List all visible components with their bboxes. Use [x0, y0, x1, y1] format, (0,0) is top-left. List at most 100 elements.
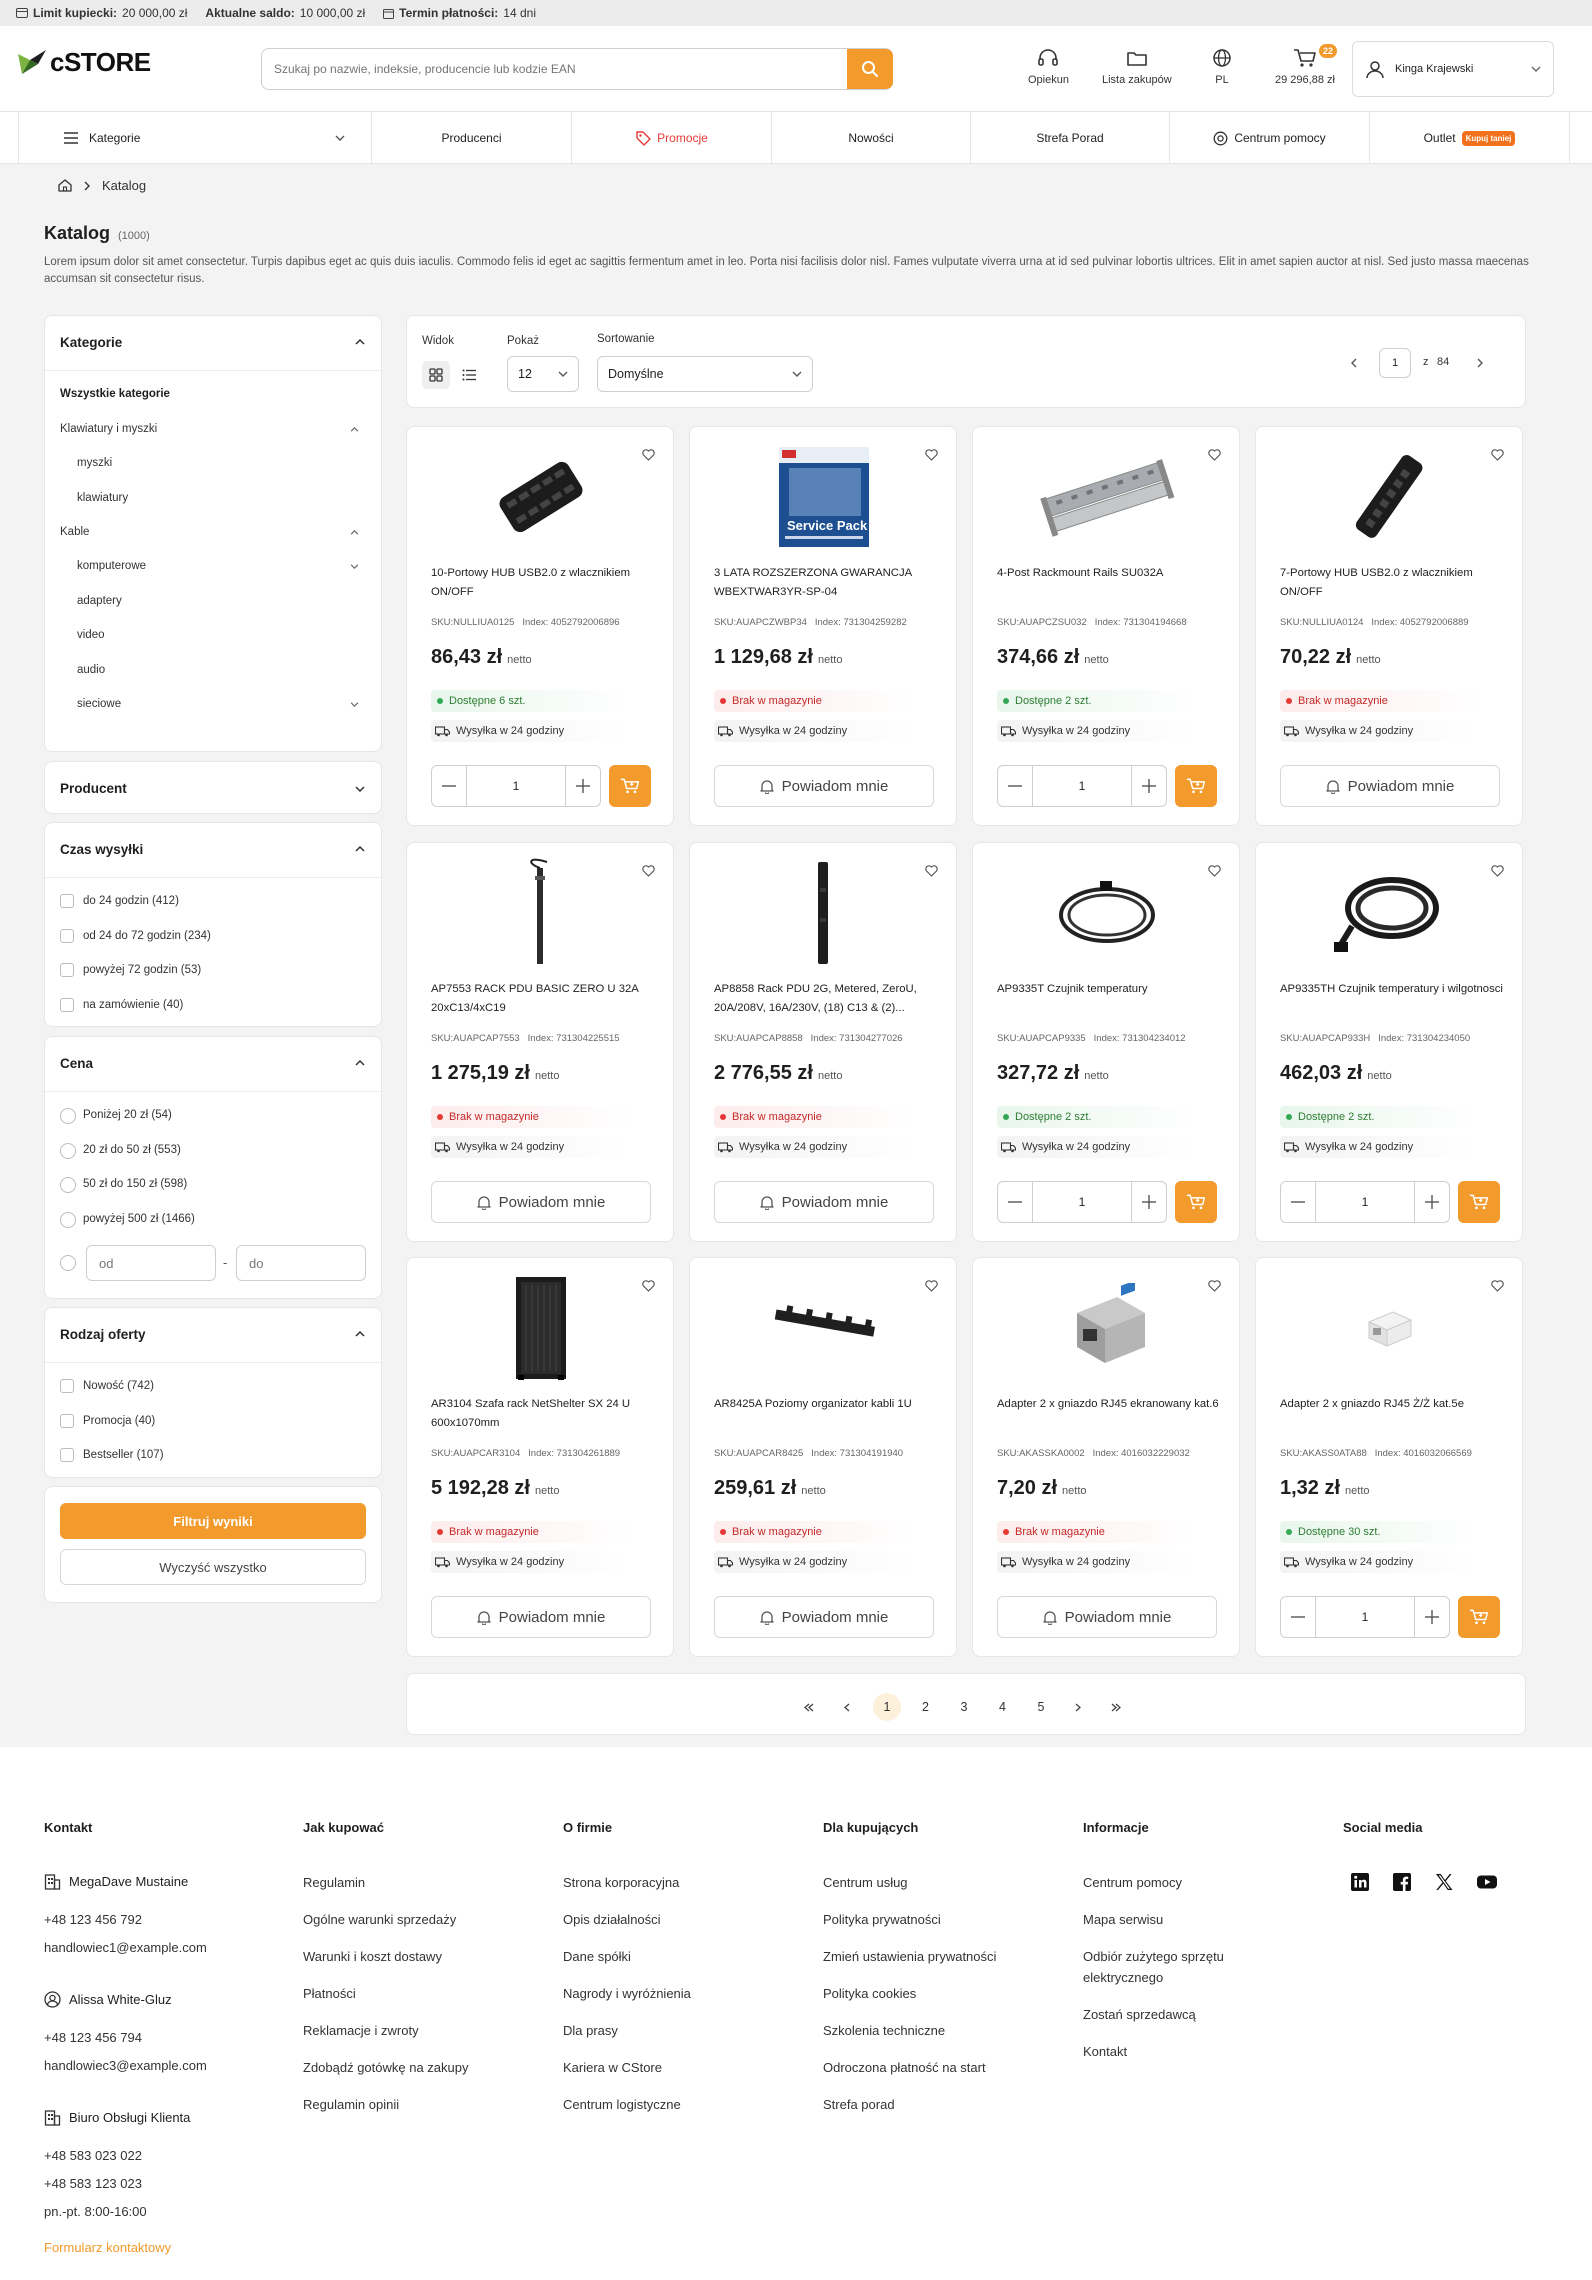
notify-me-button[interactable]: Powiadom mnie: [714, 1596, 934, 1638]
price-option-radio[interactable]: [60, 1211, 76, 1228]
product-image[interactable]: [690, 853, 958, 973]
decrease-qty-button[interactable]: [432, 766, 466, 806]
prev-page-button[interactable]: [833, 1693, 861, 1721]
add-to-cart-button[interactable]: [1458, 1181, 1500, 1223]
footer-how-link[interactable]: Zdobądź gotówkę na zakupy: [303, 2057, 469, 2078]
price-option-label[interactable]: powyżej 500 zł (1466): [83, 1213, 195, 1225]
decrease-qty-button[interactable]: [998, 766, 1032, 806]
contact-phone-2[interactable]: +48 123 456 794: [44, 2027, 142, 2048]
offer-option-checkbox[interactable]: [60, 1379, 74, 1393]
product-card[interactable]: 10-Portowy HUB USB2.0 z wlacznikiem ON/O…: [406, 426, 674, 826]
footer-buyers-link[interactable]: Strefa porad: [823, 2094, 895, 2115]
chevron-up-icon[interactable]: [355, 846, 365, 852]
first-page-button[interactable]: [795, 1693, 823, 1721]
category-keyboards[interactable]: klawiatury: [77, 492, 128, 504]
product-name[interactable]: AP7553 RACK PDU BASIC ZERO U 32A 20xC13/…: [431, 980, 657, 1018]
footer-info-link[interactable]: Mapa serwisu: [1083, 1909, 1253, 1930]
cart-button[interactable]: 22 29 296,88 zł: [1275, 44, 1337, 86]
quantity-input[interactable]: 1: [466, 766, 566, 806]
product-image[interactable]: [1256, 437, 1524, 557]
notify-me-button[interactable]: Powiadom mnie: [714, 765, 934, 807]
page-number-input[interactable]: 1: [1379, 348, 1411, 378]
office-phone-1[interactable]: +48 583 023 022: [44, 2145, 142, 2166]
nav-help-center[interactable]: Centrum pomocy: [1170, 112, 1370, 164]
footer-buyers-link[interactable]: Odroczona płatność na start: [823, 2057, 986, 2078]
notify-me-button[interactable]: Powiadom mnie: [997, 1596, 1217, 1638]
chevron-up-icon[interactable]: [350, 530, 359, 535]
shipping-option-label[interactable]: na zamówienie (40): [83, 999, 183, 1011]
home-icon[interactable]: [58, 179, 72, 192]
logo[interactable]: cSTORE: [16, 46, 151, 78]
nav-categories[interactable]: Kategorie: [18, 112, 372, 164]
chevron-up-icon[interactable]: [355, 1060, 365, 1066]
product-card[interactable]: 7-Portowy HUB USB2.0 z wlacznikiem ON/OF…: [1255, 426, 1523, 826]
linkedin-icon[interactable]: [1350, 1872, 1370, 1892]
product-name[interactable]: AR3104 Szafa rack NetShelter SX 24 U 600…: [431, 1395, 657, 1433]
product-card[interactable]: AR8425A Poziomy organizator kabli 1U SKU…: [689, 1257, 957, 1657]
product-name[interactable]: 10-Portowy HUB USB2.0 z wlacznikiem ON/O…: [431, 564, 657, 602]
notify-me-button[interactable]: Powiadom mnie: [714, 1181, 934, 1223]
footer-about-link[interactable]: Nagrody i wyróżnienia: [563, 1983, 691, 2004]
footer-how-link[interactable]: Reklamacje i zwroty: [303, 2020, 419, 2041]
page-number-button[interactable]: 3: [950, 1693, 978, 1721]
product-image[interactable]: [973, 437, 1241, 557]
nav-news[interactable]: Nowości: [772, 112, 971, 164]
price-option-label[interactable]: 20 zł do 50 zł (553): [83, 1144, 181, 1156]
shipping-option-checkbox[interactable]: [60, 963, 74, 977]
support-button[interactable]: Opiekun: [1028, 48, 1069, 86]
contact-email-2[interactable]: handlowiec3@example.com: [44, 2055, 207, 2076]
shipping-option-checkbox[interactable]: [60, 997, 74, 1012]
product-name[interactable]: AR8425A Poziomy organizator kabli 1U: [714, 1395, 940, 1414]
next-page-button[interactable]: [1064, 1693, 1092, 1721]
office-phone-2[interactable]: +48 583 123 023: [44, 2173, 142, 2194]
chevron-down-icon[interactable]: [350, 702, 359, 707]
price-from-input[interactable]: od: [86, 1245, 216, 1281]
footer-buyers-link[interactable]: Polityka prywatności: [823, 1909, 941, 1930]
product-image[interactable]: [407, 437, 675, 557]
nav-promotions[interactable]: Promocje: [572, 112, 772, 164]
product-image[interactable]: [973, 1268, 1241, 1388]
product-image[interactable]: [1256, 1268, 1524, 1388]
product-card[interactable]: AP7553 RACK PDU BASIC ZERO U 32A 20xC13/…: [406, 842, 674, 1242]
increase-qty-button[interactable]: [1415, 1597, 1449, 1637]
footer-how-link[interactable]: Regulamin: [303, 1872, 365, 1893]
footer-about-link[interactable]: Centrum logistyczne: [563, 2094, 681, 2115]
footer-how-link[interactable]: Ogólne warunki sprzedaży: [303, 1909, 456, 1930]
footer-how-link[interactable]: Regulamin opinii: [303, 2094, 399, 2115]
footer-about-link[interactable]: Opis działalności: [563, 1909, 661, 1930]
product-name[interactable]: AP8858 Rack PDU 2G, Metered, ZeroU, 20A/…: [714, 980, 940, 1018]
category-computer-cables[interactable]: komputerowe: [77, 560, 146, 572]
contact-form-link[interactable]: Formularz kontaktowy: [44, 2237, 171, 2258]
contact-email-1[interactable]: handlowiec1@example.com: [44, 1937, 207, 1958]
list-view-button[interactable]: [455, 361, 483, 389]
product-image[interactable]: [407, 853, 675, 973]
price-option-radio[interactable]: [60, 1108, 76, 1124]
decrease-qty-button[interactable]: [1281, 1182, 1315, 1222]
page-number-button[interactable]: 5: [1027, 1693, 1055, 1721]
footer-about-link[interactable]: Strona korporacyjna: [563, 1872, 679, 1893]
increase-qty-button[interactable]: [566, 766, 600, 806]
nav-advice[interactable]: Strefa Porad: [971, 112, 1170, 164]
increase-qty-button[interactable]: [1132, 1182, 1166, 1222]
quantity-input[interactable]: 1: [1315, 1597, 1415, 1637]
offer-option-checkbox[interactable]: [60, 1413, 74, 1428]
price-option-label[interactable]: Poniżej 20 zł (54): [83, 1109, 172, 1121]
price-option-radio[interactable]: [60, 1177, 76, 1193]
category-all[interactable]: Wszystkie kategorie: [60, 388, 170, 400]
chevron-up-icon[interactable]: [355, 339, 365, 345]
increase-qty-button[interactable]: [1132, 766, 1166, 806]
add-to-cart-button[interactable]: [1175, 765, 1217, 807]
product-name[interactable]: AP9335TH Czujnik temperatury i wilgotnos…: [1280, 980, 1506, 999]
search-button[interactable]: [847, 49, 893, 89]
footer-how-link[interactable]: Warunki i koszt dostawy: [303, 1946, 442, 1967]
category-video[interactable]: video: [77, 629, 105, 641]
product-image[interactable]: [407, 1268, 675, 1388]
chevron-up-icon[interactable]: [355, 1331, 365, 1337]
category-network[interactable]: sieciowe: [77, 698, 121, 710]
footer-buyers-link[interactable]: Polityka cookies: [823, 1983, 916, 2004]
price-option-radio[interactable]: [60, 1142, 76, 1159]
chevron-left-icon[interactable]: [1351, 358, 1357, 368]
offer-option-label[interactable]: Bestseller (107): [83, 1449, 164, 1461]
page-number-button[interactable]: 1: [873, 1693, 901, 1721]
quantity-input[interactable]: 1: [1032, 1182, 1132, 1222]
